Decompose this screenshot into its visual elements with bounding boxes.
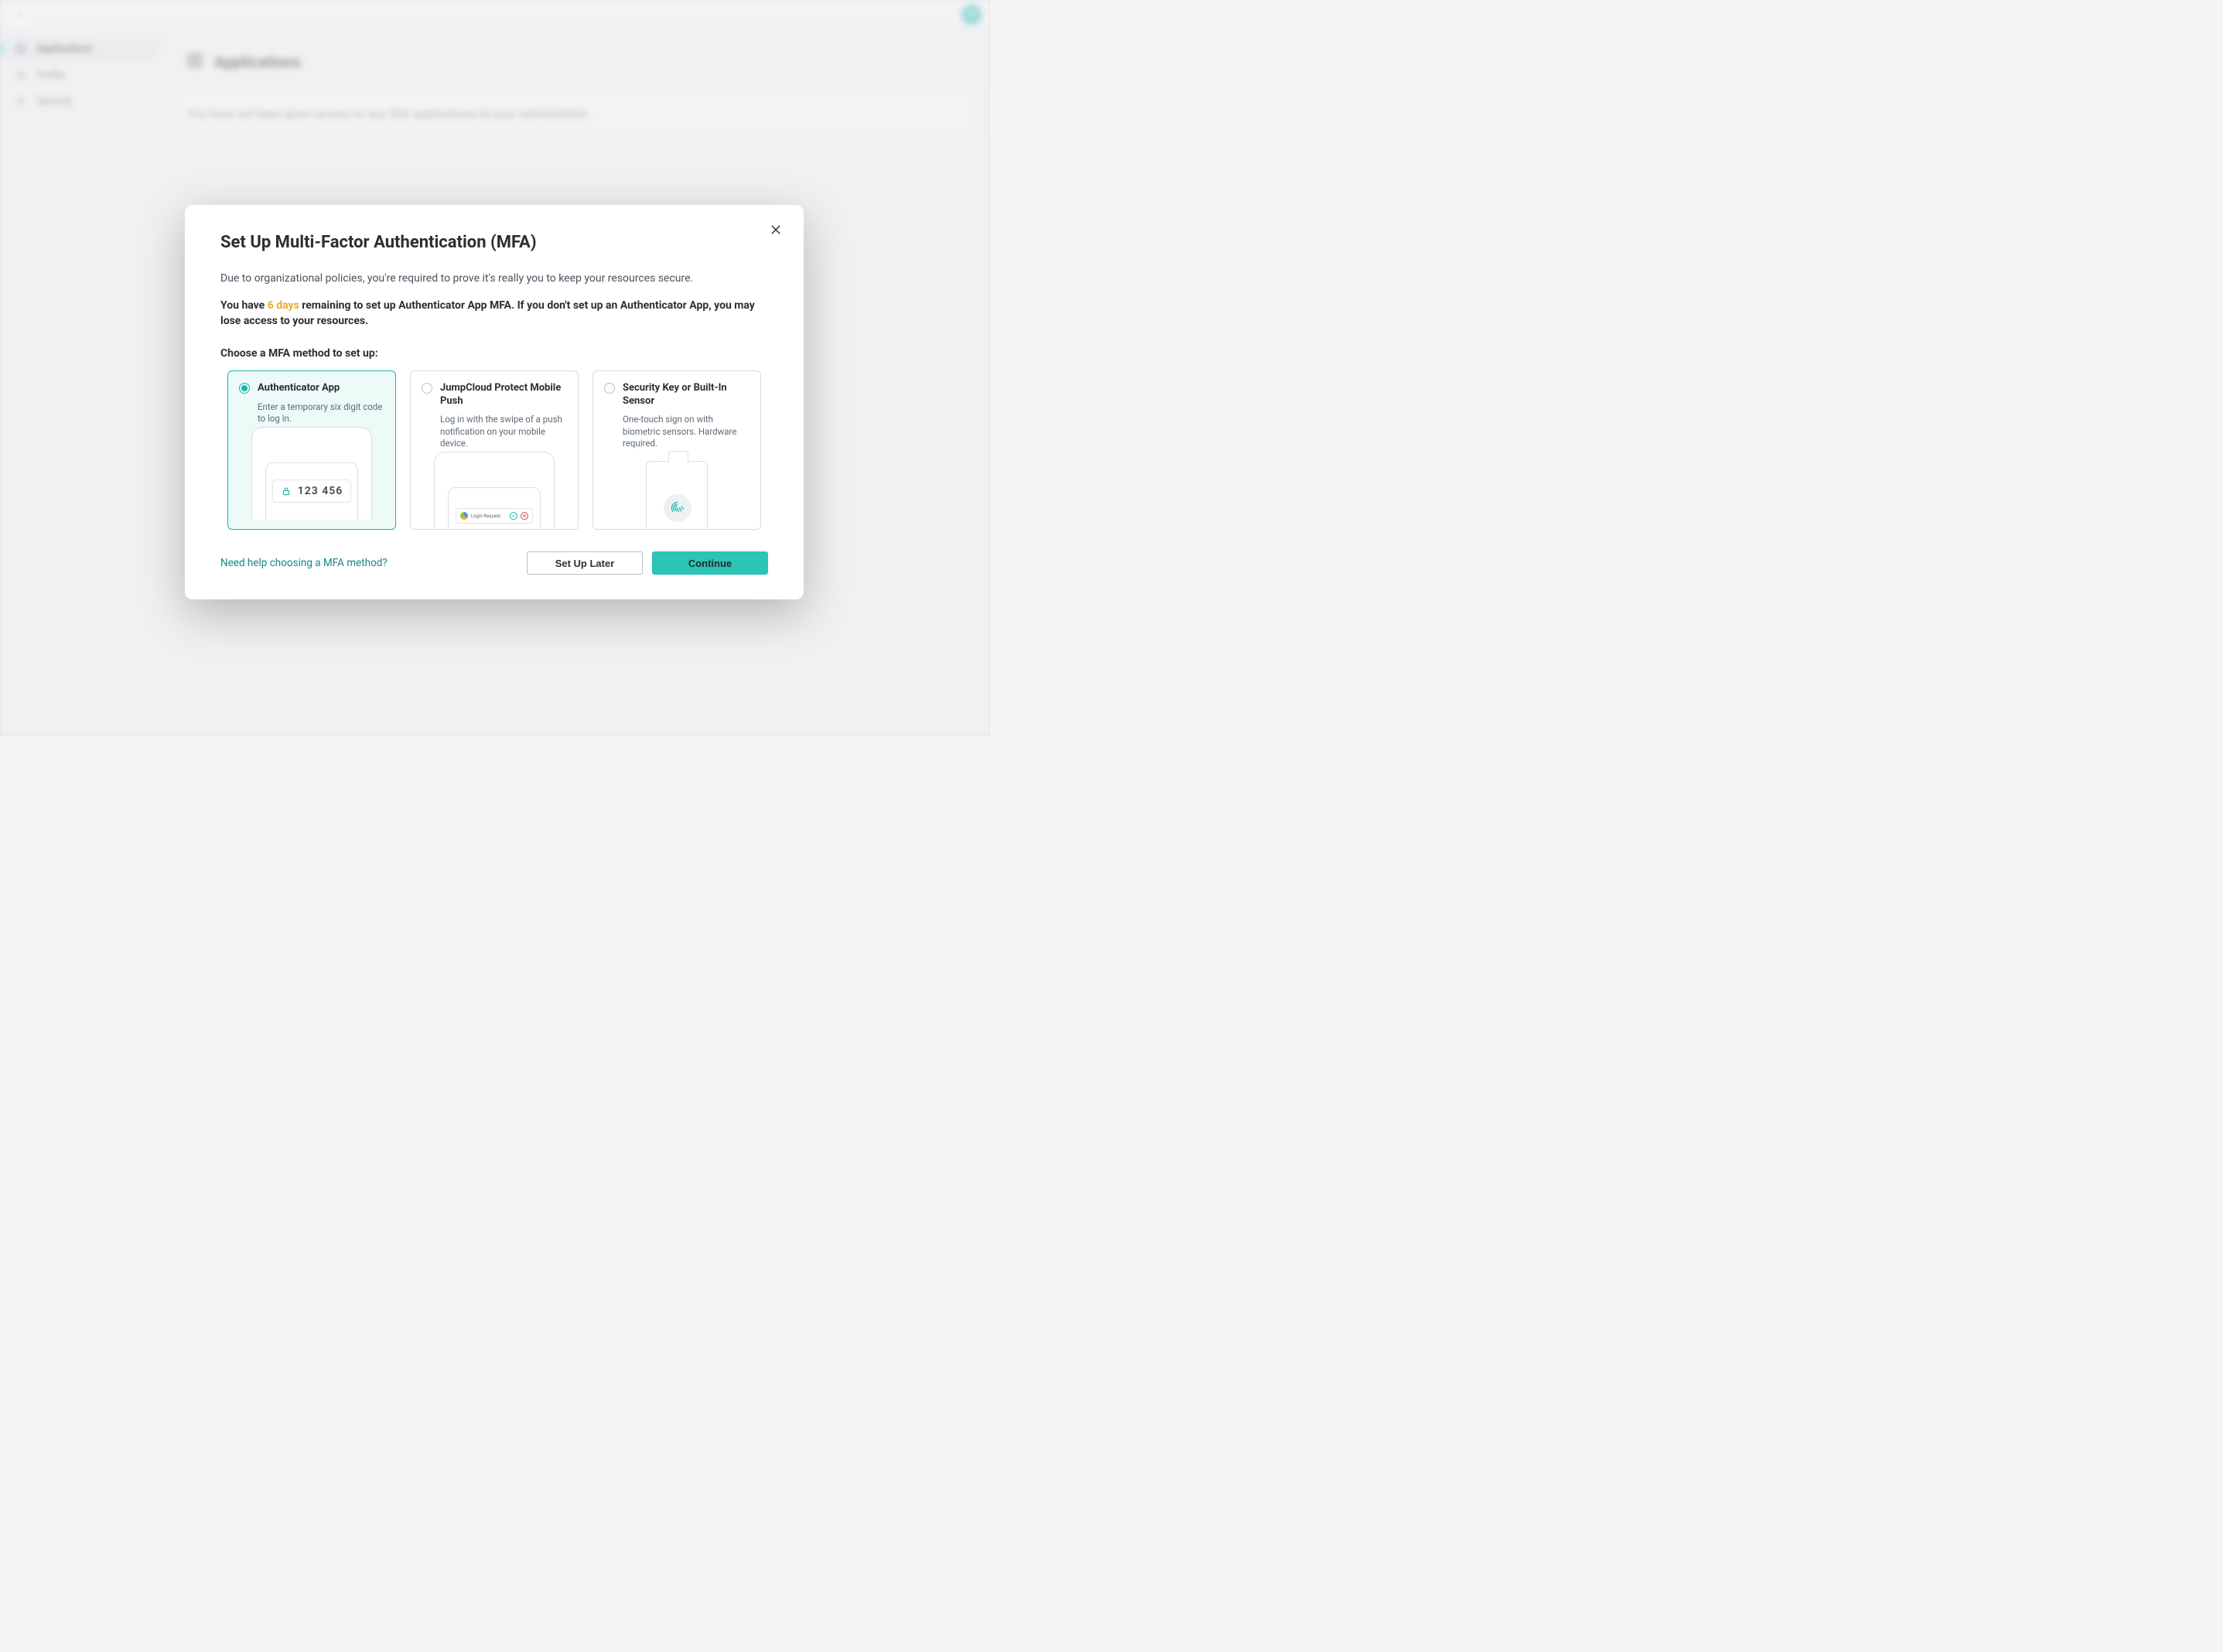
close-button[interactable] [767,220,785,239]
modal-intro: Due to organizational policies, you're r… [220,271,768,286]
card-title: Security Key or Built-In Sensor [623,382,750,408]
card-illustration [604,459,750,531]
push-label: Login Request [471,514,507,519]
close-icon [770,224,782,236]
card-title: Authenticator App [258,382,340,394]
mfa-setup-modal: Set Up Multi-Factor Authentication (MFA)… [185,205,804,599]
radio-icon [422,383,432,394]
mfa-option-security-key[interactable]: Security Key or Built-In Sensor One-touc… [592,370,761,530]
card-description: Enter a temporary six digit code to log … [258,401,384,425]
card-title: JumpCloud Protect Mobile Push [440,382,567,408]
radio-selected-icon [239,383,250,394]
modal-title: Set Up Multi-Factor Authentication (MFA) [220,233,768,252]
mfa-method-options: Authenticator App Enter a temporary six … [220,370,768,530]
sample-code: 123 456 [298,485,343,497]
card-illustration: 123 456 [239,435,384,520]
lock-icon [281,486,292,497]
modal-warning: You have 6 days remaining to set up Auth… [220,299,768,329]
card-illustration: Login Request ✓ ✕ [422,459,567,531]
mfa-option-authenticator-app[interactable]: Authenticator App Enter a temporary six … [227,370,396,530]
choose-method-label: Choose a MFA method to set up: [220,347,768,360]
card-description: One-touch sign on with biometric sensors… [623,414,750,450]
set-up-later-button[interactable]: Set Up Later [527,551,643,575]
card-description: Log in with the swipe of a push notifica… [440,414,567,450]
mfa-option-mobile-push[interactable]: JumpCloud Protect Mobile Push Log in wit… [410,370,579,530]
deny-icon: ✕ [521,512,528,520]
jumpcloud-logo-icon [460,512,468,520]
days-remaining: 6 days [268,299,299,312]
help-link[interactable]: Need help choosing a MFA method? [220,557,388,569]
modal-footer: Need help choosing a MFA method? Set Up … [220,551,768,575]
continue-button[interactable]: Continue [652,551,768,575]
approve-icon: ✓ [510,512,517,520]
fingerprint-icon [670,500,685,516]
radio-icon [604,383,615,394]
